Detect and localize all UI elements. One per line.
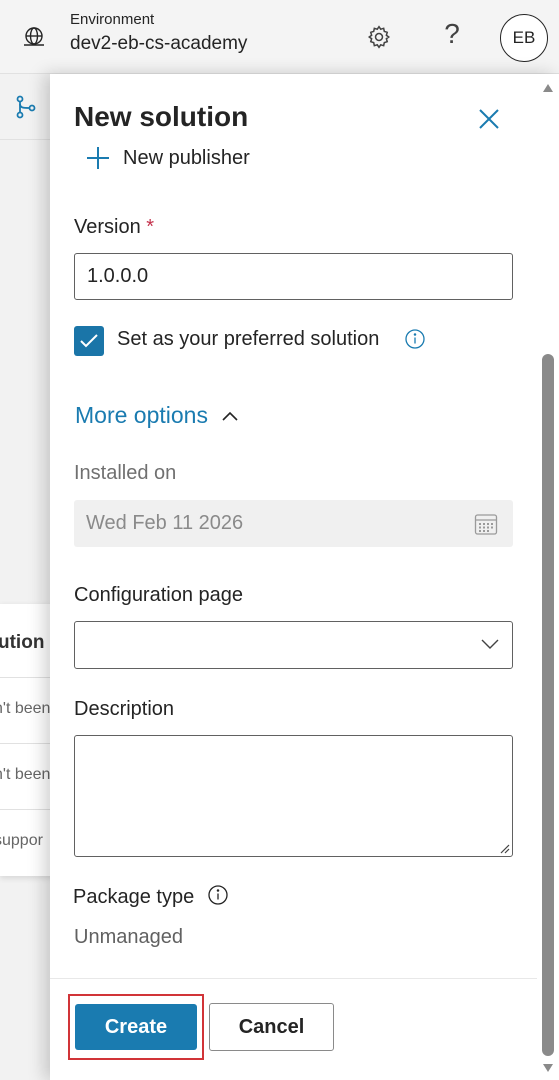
new-publisher-label: New publisher	[123, 146, 250, 169]
more-options-toggle[interactable]: More options	[75, 402, 240, 429]
preferred-solution-checkbox[interactable]	[74, 326, 104, 356]
info-icon[interactable]	[404, 328, 426, 350]
scroll-up-arrow-icon[interactable]	[543, 84, 553, 92]
installed-on-value: Wed Feb 11 2026	[86, 512, 244, 534]
globe-icon[interactable]	[22, 25, 46, 49]
required-mark: *	[146, 216, 155, 238]
version-label-text: Version	[74, 216, 141, 238]
description-label: Description	[74, 698, 175, 720]
help-icon[interactable]: ?	[440, 18, 464, 50]
new-solution-panel: New solution New publisher Version * Set…	[50, 74, 559, 1080]
background-table-header: ution	[0, 632, 45, 653]
footer-divider	[50, 978, 537, 979]
chevron-up-icon	[222, 411, 238, 421]
branch-icon[interactable]	[14, 94, 38, 120]
calendar-icon	[474, 514, 498, 535]
installed-on-label: Installed on	[74, 462, 177, 484]
package-type-label: Package type	[73, 886, 195, 908]
version-label: Version *	[74, 216, 154, 239]
package-type-value: Unmanaged	[74, 926, 183, 948]
info-icon[interactable]	[207, 884, 229, 906]
top-bar: Environment dev2-eb-cs-academy ? EB	[0, 0, 559, 74]
environment-name[interactable]: dev2-eb-cs-academy	[70, 33, 247, 55]
avatar[interactable]: EB	[500, 14, 548, 62]
cancel-button[interactable]: Cancel	[209, 1003, 334, 1051]
plus-icon	[87, 147, 109, 169]
environment-label: Environment	[70, 11, 155, 28]
close-icon[interactable]	[476, 106, 502, 132]
configuration-page-label: Configuration page	[74, 584, 244, 606]
scroll-down-arrow-icon[interactable]	[543, 1064, 553, 1072]
create-button[interactable]: Create	[75, 1004, 197, 1050]
checkmark-icon	[80, 334, 98, 348]
background-row: n't been	[0, 700, 50, 717]
panel-title: New solution	[74, 101, 249, 132]
chevron-down-icon	[481, 639, 499, 649]
new-publisher-button[interactable]: New publisher	[86, 144, 250, 172]
background-row: suppor	[0, 832, 43, 849]
preferred-solution-label: Set as your preferred solution	[117, 328, 380, 350]
more-options-label: More options	[75, 402, 208, 428]
version-input[interactable]	[74, 253, 513, 300]
gear-icon[interactable]	[366, 24, 392, 50]
resize-grip-icon[interactable]	[498, 842, 510, 854]
background-row: n't been	[0, 766, 50, 783]
scrollbar-thumb[interactable]	[542, 354, 554, 1056]
configuration-page-dropdown[interactable]	[74, 621, 513, 669]
description-textarea[interactable]	[74, 735, 513, 857]
installed-on-field: Wed Feb 11 2026	[74, 500, 513, 547]
